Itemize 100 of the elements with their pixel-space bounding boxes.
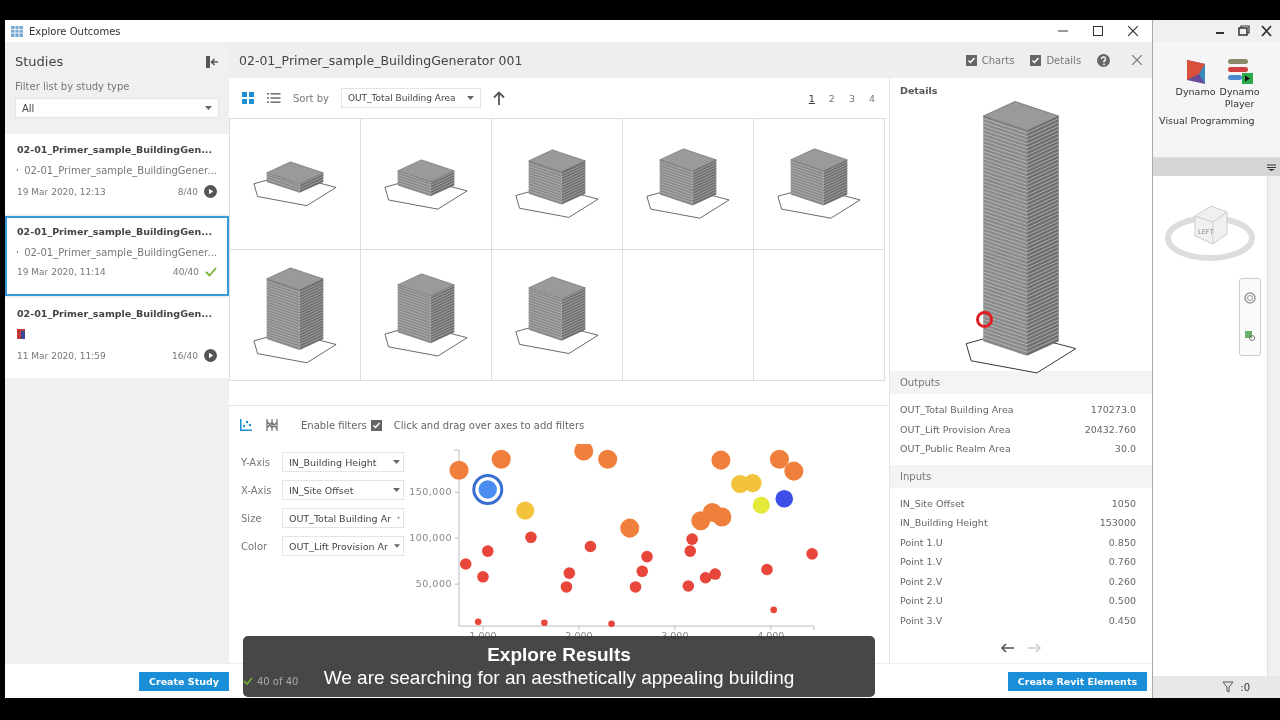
section-header: Outputs — [890, 371, 1152, 394]
data-point[interactable] — [775, 489, 794, 508]
data-point[interactable] — [636, 565, 649, 578]
result-tile[interactable] — [623, 250, 754, 381]
checkbox[interactable] — [370, 419, 382, 431]
data-point[interactable] — [474, 618, 482, 626]
sort-dropdown[interactable]: OUT_Total Building Area — [340, 88, 481, 108]
axis-dropdown[interactable]: IN_Site Offset — [281, 480, 404, 500]
property-value: 30.0 — [1114, 443, 1136, 455]
data-point[interactable] — [629, 581, 642, 593]
data-point[interactable] — [641, 550, 653, 563]
data-point[interactable] — [806, 548, 818, 560]
study-heading: 02-01_Primer_sample_BuildingGenerator 001 — [239, 52, 523, 68]
help-icon[interactable] — [1097, 53, 1111, 67]
result-tile[interactable] — [623, 119, 754, 250]
parallel-axes-icon[interactable] — [265, 418, 279, 432]
study-card[interactable]: 02-01_Primer_sample_BuildingGen... 02-01_Primer_sample_BuildingGener... 19 Mar 2020, 11:14 40/40 — [5, 216, 229, 296]
ribbon-tool[interactable]: Dynamo Player — [1219, 58, 1260, 111]
caret-icon — [393, 544, 400, 548]
axis-dropdown[interactable]: OUT_Total Building Ar — [281, 508, 404, 528]
data-point[interactable] — [459, 558, 472, 570]
filter-icon[interactable] — [1222, 681, 1235, 693]
play-icon[interactable] — [204, 185, 217, 198]
caret-icon — [393, 488, 400, 492]
create-study-button[interactable]: Create Study — [139, 671, 229, 691]
scrollbar[interactable] — [1267, 176, 1280, 676]
page-link[interactable]: 1 — [806, 92, 817, 104]
result-tile[interactable] — [754, 250, 885, 381]
grid-view-icon[interactable] — [241, 91, 255, 105]
data-point[interactable] — [574, 444, 594, 461]
page-link[interactable]: 2 — [826, 92, 837, 104]
data-point[interactable] — [584, 540, 597, 553]
data-point[interactable] — [682, 580, 695, 592]
property-name: Point 2.U — [900, 595, 943, 607]
data-point[interactable] — [563, 567, 576, 579]
data-point[interactable] — [620, 518, 640, 538]
data-point[interactable] — [560, 581, 573, 593]
data-point[interactable] — [541, 619, 548, 627]
property-value: 1050 — [1111, 497, 1136, 509]
caret-icon — [397, 516, 400, 520]
result-tile[interactable] — [361, 250, 492, 381]
ribbon-tool[interactable]: Dynamo — [1175, 58, 1216, 111]
result-tile[interactable] — [492, 250, 623, 381]
result-tile[interactable] — [361, 119, 492, 250]
study-count: 8/40 — [177, 186, 198, 197]
result-tile[interactable] — [230, 119, 361, 250]
create-revit-elements-button[interactable]: Create Revit Elements — [1007, 671, 1148, 691]
data-point[interactable] — [482, 545, 494, 557]
data-point[interactable] — [761, 563, 773, 576]
data-point[interactable] — [784, 461, 804, 481]
hint-text: Click and drag over axes to add filters — [393, 419, 585, 431]
window-controls-icon[interactable] — [1214, 25, 1274, 37]
data-point[interactable] — [491, 449, 511, 469]
play-icon[interactable] — [204, 349, 217, 362]
list-view-icon[interactable] — [267, 91, 281, 105]
toggle-label: Charts — [981, 54, 1015, 66]
axis-label: 2,000 — [565, 630, 593, 641]
data-point[interactable] — [709, 568, 721, 580]
result-tile[interactable] — [492, 119, 623, 250]
data-point[interactable] — [449, 460, 469, 480]
data-point[interactable] — [478, 480, 497, 499]
previous-arrow-icon[interactable] — [1000, 643, 1014, 653]
data-point[interactable] — [608, 620, 615, 627]
check-icon — [205, 267, 217, 277]
caret-icon — [205, 106, 212, 110]
data-point[interactable] — [769, 449, 789, 469]
close-icon[interactable] — [1128, 26, 1139, 36]
filter-dropdown[interactable]: All — [15, 98, 219, 118]
collapse-icon[interactable] — [206, 55, 219, 68]
result-tile[interactable] — [230, 250, 361, 381]
axis-label: 4,000 — [757, 630, 785, 641]
navigation-bar[interactable] — [1239, 278, 1261, 356]
sort-arrow-icon[interactable] — [492, 91, 505, 105]
data-point[interactable] — [711, 450, 731, 470]
axis-dropdown[interactable]: OUT_Lift Provision Ar — [281, 536, 404, 556]
app-icon — [11, 25, 23, 37]
axis-label: 50,000 — [415, 578, 452, 590]
page-link[interactable]: 3 — [846, 92, 857, 104]
menu-icon[interactable] — [1267, 163, 1276, 171]
checkbox[interactable] — [965, 54, 977, 66]
study-card[interactable]: 02-01_Primer_sample_BuildingGen... 02-01_Primer_sample_BuildingGener... 19 Mar 2020, 12:13 8/40 — [5, 134, 229, 214]
data-point[interactable] — [712, 507, 732, 527]
study-date: 19 Mar 2020, 11:14 — [17, 267, 106, 277]
checkbox[interactable] — [1030, 54, 1042, 66]
property-value: 153000 — [1099, 517, 1136, 529]
maximize-icon[interactable] — [1093, 26, 1104, 36]
data-point[interactable] — [477, 571, 489, 583]
study-card[interactable]: 02-01_Primer_sample_BuildingGen... 11 Mar 2020, 11:59 16/40 — [5, 298, 229, 378]
data-point[interactable] — [525, 531, 537, 544]
result-tile[interactable] — [754, 119, 885, 250]
property-value: 0.760 — [1108, 556, 1136, 568]
page-link[interactable]: 4 — [866, 92, 877, 104]
data-point[interactable] — [686, 533, 698, 545]
scatter-plot-icon[interactable] — [239, 418, 253, 432]
data-point[interactable] — [684, 545, 696, 557]
data-point[interactable] — [598, 449, 618, 469]
data-point[interactable] — [770, 606, 777, 614]
property-name: OUT_Lift Provision Area — [900, 423, 1011, 435]
axis-dropdown[interactable]: IN_Building Height — [281, 452, 404, 472]
data-point[interactable] — [699, 571, 712, 584]
